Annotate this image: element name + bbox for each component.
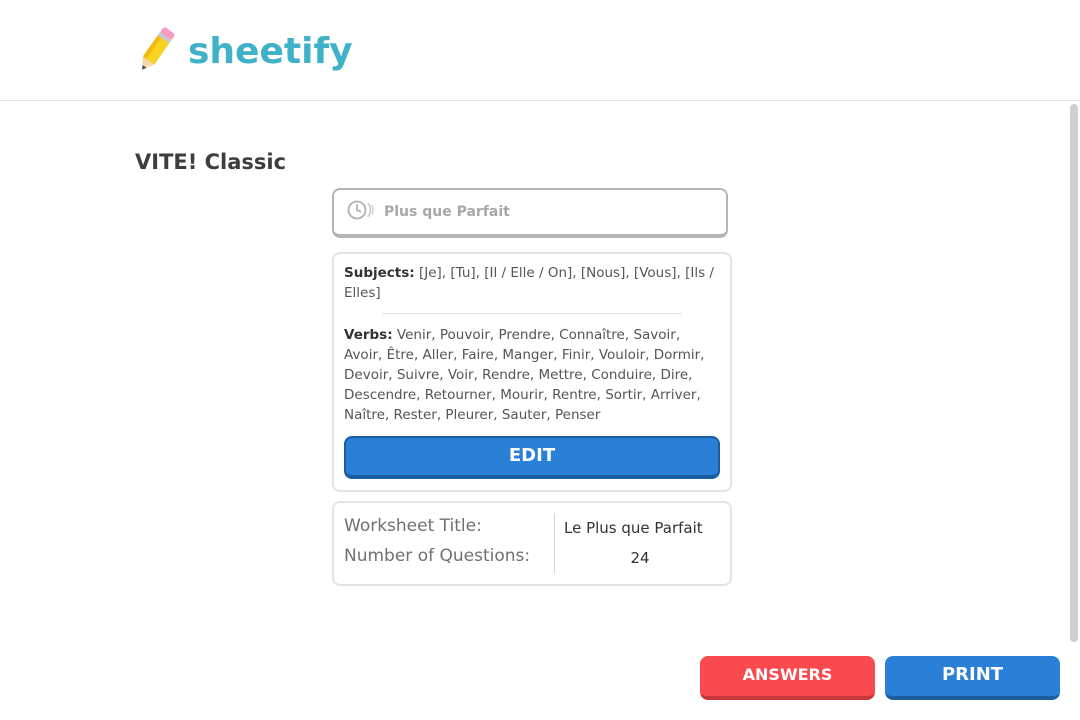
page-title: VITE! Classic — [135, 150, 287, 174]
subjects-text: Subjects: [Je], [Tu], [Il / Elle / On], … — [344, 263, 720, 303]
worksheet-title-input[interactable] — [562, 515, 718, 541]
worksheet-details-card: Subjects: [Je], [Tu], [Il / Elle / On], … — [332, 252, 732, 492]
app-logo[interactable]: sheetify — [134, 24, 353, 80]
number-of-questions-label: Number of Questions: — [344, 546, 531, 566]
details-divider — [382, 313, 682, 314]
answers-button[interactable]: ANSWERS — [700, 656, 875, 700]
verbs-text: Verbs: Venir, Pouvoir, Prendre, Connaîtr… — [344, 325, 720, 425]
page-scrollbar[interactable] — [1070, 104, 1078, 642]
worksheet-settings-card: Worksheet Title: Number of Questions: — [332, 501, 732, 586]
clock-icon — [346, 199, 376, 225]
verbs-value: Venir, Pouvoir, Prendre, Connaître, Savo… — [344, 327, 705, 423]
worksheet-title-label: Worksheet Title: — [344, 516, 482, 536]
number-of-questions-input[interactable] — [562, 545, 718, 571]
edit-button[interactable]: EDIT — [344, 436, 720, 479]
print-button[interactable]: PRINT — [885, 656, 1060, 700]
tense-label: Plus que Parfait — [384, 204, 510, 220]
settings-divider — [554, 513, 555, 573]
verbs-label: Verbs: — [344, 327, 393, 343]
subjects-label: Subjects: — [344, 265, 415, 281]
app-name: sheetify — [188, 31, 353, 72]
pencil-icon — [134, 24, 178, 80]
app-header: sheetify — [0, 0, 1080, 101]
tense-selector[interactable]: Plus que Parfait — [332, 188, 728, 238]
